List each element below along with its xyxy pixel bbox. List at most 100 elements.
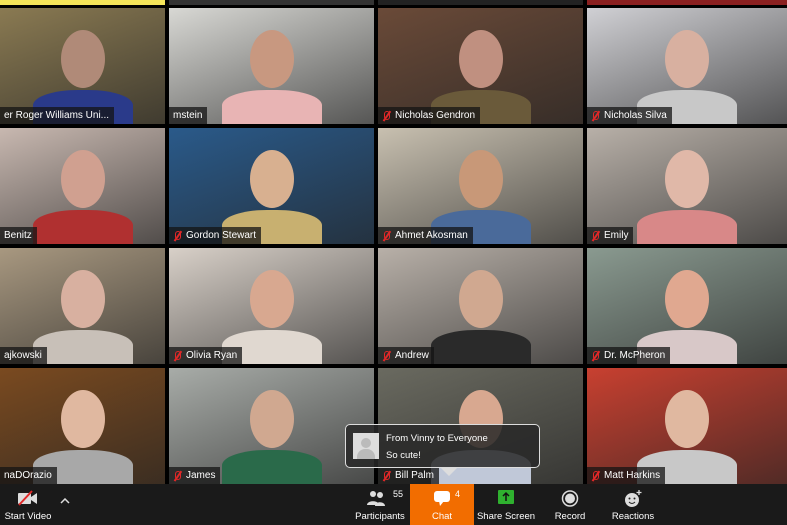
participant-face	[249, 390, 294, 448]
participant-name: James	[186, 470, 216, 481]
video-tile[interactable]: mstein	[169, 8, 374, 124]
chat-notification-popup[interactable]: From Vinny to Everyone So cute!	[345, 424, 540, 476]
video-tile[interactable]: Ahmet Akosman	[378, 128, 583, 244]
start-video-label: Start Video	[4, 511, 52, 522]
participant-name-label: Andrew	[378, 347, 434, 364]
participant-name: naDOrazio	[4, 470, 52, 481]
video-tile[interactable]: Emily	[587, 128, 787, 244]
mic-muted-icon	[173, 470, 182, 481]
participant-name-label: Nicholas Gendron	[378, 107, 481, 124]
share-screen-label: Share Screen	[476, 511, 536, 522]
video-options-caret[interactable]	[58, 484, 72, 525]
mic-muted-icon	[382, 110, 391, 121]
avatar-placeholder-icon	[353, 433, 379, 459]
mic-muted-icon	[382, 230, 391, 241]
participant-name: Gordon Stewart	[186, 230, 257, 241]
record-icon	[561, 490, 579, 507]
participant-body	[430, 330, 531, 364]
video-gallery: er Roger Williams Uni... mstein Nicholas G…	[0, 0, 787, 484]
chat-count: 4	[455, 489, 461, 499]
participant-name-label: Bill Palm	[378, 467, 439, 484]
video-tile-partial[interactable]	[587, 0, 787, 5]
participant-face	[665, 150, 709, 208]
participant-name: Ahmet Akosman	[395, 230, 468, 241]
chat-bubble-icon	[434, 491, 450, 506]
mic-muted-icon	[591, 470, 600, 481]
participant-name: Dr. McPheron	[604, 350, 666, 361]
record-label: Record	[554, 511, 586, 522]
mic-muted-icon	[382, 470, 391, 481]
reactions-button[interactable]: Reactions	[608, 484, 658, 525]
participant-body	[32, 210, 133, 244]
mic-muted-icon	[382, 350, 391, 361]
participant-face	[60, 30, 105, 88]
video-tile[interactable]: Gordon Stewart	[169, 128, 374, 244]
mic-muted-icon	[591, 110, 600, 121]
video-tile[interactable]: er Roger Williams Uni...	[0, 8, 165, 124]
chat-button[interactable]: 4 Chat	[410, 484, 474, 525]
video-tile[interactable]: ajkowski	[0, 248, 165, 364]
mic-muted-icon	[173, 350, 182, 361]
participant-name-label: Nicholas Silva	[587, 107, 672, 124]
participant-name-label: Olivia Ryan	[169, 347, 243, 364]
participant-face	[458, 30, 503, 88]
participants-count: 55	[393, 489, 404, 499]
video-tile[interactable]: Olivia Ryan	[169, 248, 374, 364]
video-off-icon	[18, 490, 37, 506]
participant-name-label: er Roger Williams Uni...	[0, 107, 115, 124]
video-tile[interactable]: Matt Harkins	[587, 368, 787, 484]
participant-face	[249, 270, 294, 328]
participant-face	[60, 390, 105, 448]
participants-label: Participants	[355, 511, 405, 522]
chevron-up-icon	[60, 498, 70, 504]
participant-face	[458, 150, 503, 208]
participants-icon	[367, 491, 385, 506]
participant-name: ajkowski	[4, 350, 42, 361]
participant-body	[637, 210, 737, 244]
participant-face	[249, 30, 294, 88]
active-speaker-tile-partial[interactable]	[0, 0, 165, 5]
chat-message: So cute!	[386, 450, 421, 461]
mic-muted-icon	[591, 230, 600, 241]
video-tile[interactable]: Nicholas Silva	[587, 8, 787, 124]
participant-name-label: Gordon Stewart	[169, 227, 262, 244]
participant-name: Bill Palm	[395, 470, 434, 481]
video-tile-partial[interactable]	[169, 0, 374, 5]
reactions-label: Reactions	[611, 511, 655, 522]
share-screen-icon	[498, 490, 514, 504]
participant-name: Matt Harkins	[604, 470, 661, 481]
participants-button[interactable]: 55 Participants	[352, 484, 408, 525]
video-tile[interactable]: James	[169, 368, 374, 484]
participant-name-label: Emily	[587, 227, 634, 244]
video-tile[interactable]: Dr. McPheron	[587, 248, 787, 364]
participant-body	[221, 450, 322, 484]
video-tile[interactable]: naDOrazio	[0, 368, 165, 484]
participant-name-label: Dr. McPheron	[587, 347, 671, 364]
participant-face	[665, 390, 709, 448]
participant-name: Benitz	[4, 230, 32, 241]
popup-tail	[441, 468, 457, 476]
participant-face	[60, 150, 105, 208]
participant-name: mstein	[173, 110, 203, 121]
participant-name-label: Benitz	[0, 227, 37, 244]
participant-face	[60, 270, 105, 328]
meeting-toolbar: Start Video 55 Participants 4 Chat Share…	[0, 484, 787, 525]
participant-face	[665, 30, 709, 88]
participant-name-label: ajkowski	[0, 347, 47, 364]
participant-name: Emily	[604, 230, 629, 241]
video-tile[interactable]: Benitz	[0, 128, 165, 244]
chat-label: Chat	[431, 511, 453, 522]
video-tile-partial[interactable]	[378, 0, 583, 5]
start-video-button[interactable]: Start Video	[0, 484, 56, 525]
participant-name: Andrew	[395, 350, 429, 361]
share-screen-button[interactable]: Share Screen	[476, 484, 536, 525]
video-tile[interactable]: Andrew	[378, 248, 583, 364]
mic-muted-icon	[173, 230, 182, 241]
participant-name-label: James	[169, 467, 221, 484]
participant-name: Olivia Ryan	[186, 350, 238, 361]
participant-name-label: naDOrazio	[0, 467, 57, 484]
record-button[interactable]: Record	[548, 484, 592, 525]
participant-name-label: mstein	[169, 107, 208, 124]
participant-face	[458, 270, 503, 328]
video-tile[interactable]: Nicholas Gendron	[378, 8, 583, 124]
